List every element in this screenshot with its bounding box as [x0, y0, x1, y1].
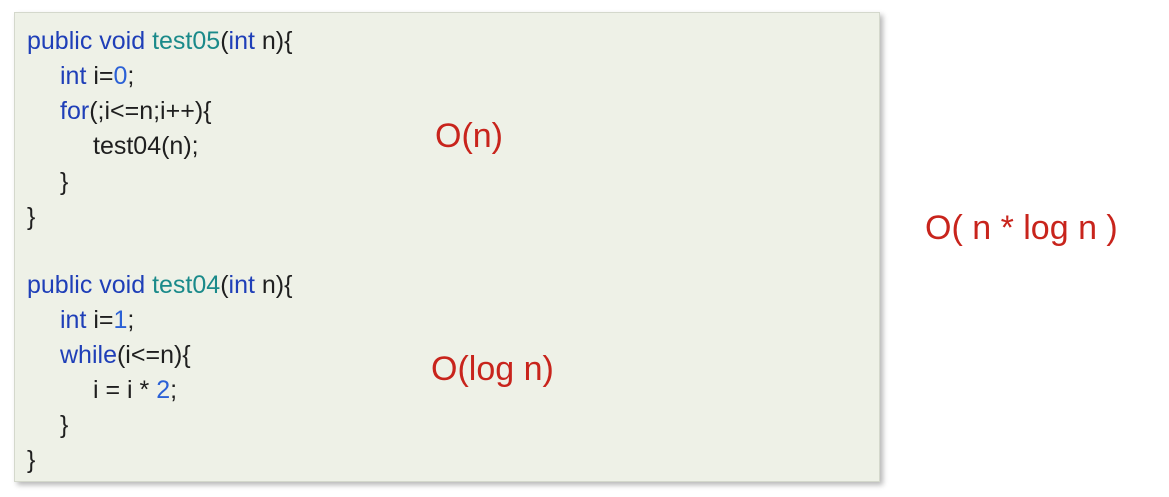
code-line-test04-close: }: [27, 445, 35, 475]
code-function-name: test04: [152, 271, 221, 299]
code-keyword: int: [60, 62, 87, 90]
code-punctuation: n){: [254, 271, 293, 299]
code-line-test04-signature: public void test04(int n){: [27, 270, 292, 300]
code-panel: public void test05(int n){ int i=0; for(…: [14, 12, 880, 482]
code-line-test05-signature: public void test05(int n){: [27, 26, 292, 56]
code-line-test05-close: }: [27, 202, 35, 232]
code-text: i=: [86, 306, 114, 334]
code-text: test04(n);: [93, 132, 199, 160]
code-line-test04-body: i = i * 2;: [93, 375, 177, 405]
code-punctuation: (: [220, 271, 229, 299]
code-keyword: public void: [27, 271, 153, 299]
code-line-test04-init: int i=1;: [60, 305, 134, 335]
code-text: (;i<=n;i++){: [89, 97, 212, 125]
code-number: 1: [113, 306, 128, 334]
complexity-label-inner: O(log n): [431, 350, 554, 388]
code-brace: }: [27, 203, 36, 231]
complexity-label-outer: O(n): [435, 117, 503, 155]
code-function-name: test05: [152, 27, 221, 55]
code-keyword: int: [228, 271, 255, 299]
code-punctuation: n){: [254, 27, 293, 55]
code-text: i = i *: [93, 376, 157, 404]
code-keyword: int: [228, 27, 255, 55]
code-punctuation: (: [220, 27, 229, 55]
code-text: ;: [127, 306, 135, 334]
code-line-test05-call: test04(n);: [93, 131, 199, 161]
code-text: i=: [86, 62, 114, 90]
code-text: (i<=n){: [116, 341, 191, 369]
code-text: ;: [127, 62, 135, 90]
complexity-label-total: O( n * log n ): [925, 209, 1118, 247]
code-brace: }: [27, 446, 36, 474]
code-keyword: for: [60, 97, 90, 125]
code-keyword: while: [60, 341, 117, 369]
code-line-test05-init: int i=0;: [60, 61, 134, 91]
code-text: ;: [170, 376, 178, 404]
code-line-test05-close-loop: }: [60, 167, 68, 197]
code-keyword: public void: [27, 27, 153, 55]
code-line-test04-close-loop: }: [60, 410, 68, 440]
code-brace: }: [60, 411, 69, 439]
code-line-test05-for: for(;i<=n;i++){: [60, 96, 212, 126]
code-keyword: int: [60, 306, 87, 334]
code-number: 0: [113, 62, 128, 90]
code-line-test04-while: while(i<=n){: [60, 340, 191, 370]
code-number: 2: [156, 376, 171, 404]
code-brace: }: [60, 168, 69, 196]
